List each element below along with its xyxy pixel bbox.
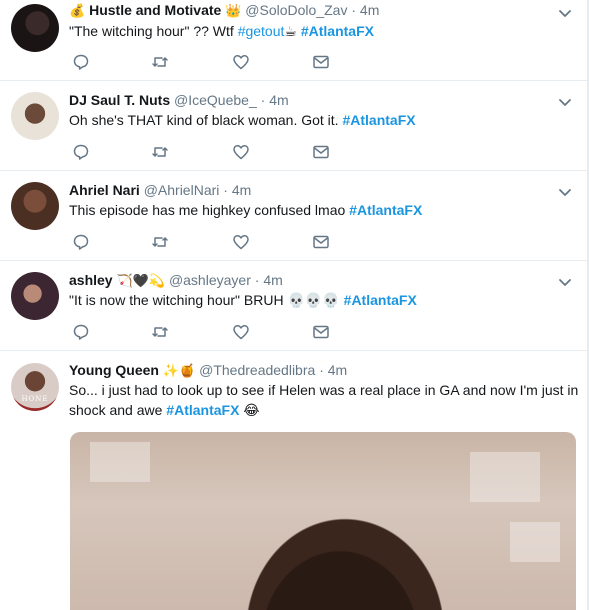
hashtag-link[interactable]: #AtlantaFX xyxy=(342,112,415,128)
user-handle[interactable]: @AhrielNari xyxy=(144,182,220,198)
tweet-text-line-2: shock and awe #AtlantaFX 😂 xyxy=(69,400,260,420)
tweet-header: 💰 Hustle and Motivate 👑 @SoloDolo_Zav · … xyxy=(69,2,379,19)
hashtag-link[interactable]: #AtlantaFX xyxy=(349,202,422,218)
tweet-1[interactable]: 💰 Hustle and Motivate 👑 @SoloDolo_Zav · … xyxy=(0,0,587,81)
text-segment: 😂 xyxy=(239,402,260,418)
reply-icon[interactable] xyxy=(72,143,90,161)
chevron-down-icon[interactable] xyxy=(557,94,573,110)
timestamp[interactable]: 4m xyxy=(269,92,288,108)
tweet-4[interactable]: ashley 🏹🖤💫 @ashleyayer · 4m "It is now t… xyxy=(0,261,587,351)
reply-icon[interactable] xyxy=(72,323,90,341)
avatar-text: HONE xyxy=(21,395,49,403)
hashtag-link[interactable]: #AtlantaFX xyxy=(344,292,417,308)
background-tile xyxy=(470,452,540,502)
tweet-actions xyxy=(72,233,332,251)
timestamp[interactable]: 4m xyxy=(232,182,251,198)
tweet-header: DJ Saul T. Nuts @IceQuebe_ · 4m xyxy=(69,92,289,108)
text-segment: "The witching hour" ?? Wtf xyxy=(69,23,238,39)
display-name[interactable]: DJ Saul T. Nuts xyxy=(69,92,170,108)
separator-dot: · xyxy=(260,92,266,108)
envelope-icon[interactable] xyxy=(312,233,330,251)
tweet-actions xyxy=(72,143,332,161)
separator-dot: · xyxy=(351,2,357,18)
display-name[interactable]: Ahriel Nari xyxy=(69,182,140,198)
tweet-text-line-1: So... i just had to look up to see if He… xyxy=(69,380,578,400)
name-suffix-emoji: 👑 xyxy=(225,3,242,18)
tweet-header: ashley 🏹🖤💫 @ashleyayer · 4m xyxy=(69,272,283,289)
hashtag-link[interactable]: #AtlantaFX xyxy=(301,23,374,39)
background-tile xyxy=(510,522,560,562)
retweet-icon[interactable] xyxy=(151,143,169,161)
tweet-text: Oh she's THAT kind of black woman. Got i… xyxy=(69,110,416,130)
retweet-icon[interactable] xyxy=(151,53,169,71)
display-name[interactable]: ashley xyxy=(69,272,113,288)
timestamp[interactable]: 4m xyxy=(360,2,379,18)
envelope-icon[interactable] xyxy=(312,323,330,341)
chevron-down-icon[interactable] xyxy=(557,5,573,21)
retweet-icon[interactable] xyxy=(151,233,169,251)
name-suffix-emoji: 🏹🖤💫 xyxy=(116,273,166,288)
tweet-3[interactable]: Ahriel Nari @AhrielNari · 4m This episod… xyxy=(0,171,587,261)
separator-dot: · xyxy=(319,362,324,378)
display-name[interactable]: Hustle and Motivate xyxy=(89,2,221,18)
name-suffix-emoji: ✨🍯 xyxy=(162,363,196,378)
user-handle[interactable]: @Thedreadedlibra xyxy=(199,362,315,378)
tweet-text: This episode has me highkey confused lma… xyxy=(69,200,422,220)
tweet-text: "The witching hour" ?? Wtf #getout☕ #Atl… xyxy=(69,21,374,41)
reply-icon[interactable] xyxy=(72,53,90,71)
tweet-text: "It is now the witching hour" BRUH 💀💀💀 #… xyxy=(69,290,417,310)
reply-icon[interactable] xyxy=(72,233,90,251)
text-segment: Oh she's THAT kind of black woman. Got i… xyxy=(69,112,343,128)
retweet-icon[interactable] xyxy=(151,323,169,341)
text-segment: So... i just had to look up to see if He… xyxy=(69,382,579,398)
avatar[interactable] xyxy=(11,4,59,52)
timestamp[interactable]: 4m xyxy=(263,272,282,288)
user-handle[interactable]: @ashleyayer xyxy=(169,272,251,288)
text-segment: shock and awe xyxy=(69,402,167,418)
text-segment: ☕ xyxy=(284,23,301,39)
text-segment: "It is now the witching hour" BRUH 💀💀💀 xyxy=(69,292,344,308)
hashtag-link[interactable]: #AtlantaFX xyxy=(166,402,239,418)
hashtag-link[interactable]: #getout xyxy=(238,23,285,39)
name-prefix-emoji: 💰 xyxy=(69,3,86,18)
background-tile xyxy=(90,442,150,482)
tweet-header: Ahriel Nari @AhrielNari · 4m xyxy=(69,182,251,198)
envelope-icon[interactable] xyxy=(312,53,330,71)
envelope-icon[interactable] xyxy=(312,143,330,161)
tweet-actions xyxy=(72,53,332,71)
avatar[interactable] xyxy=(11,272,59,320)
chevron-down-icon[interactable] xyxy=(557,184,573,200)
heart-icon[interactable] xyxy=(232,323,250,341)
separator-dot: · xyxy=(254,272,260,288)
text-segment: This episode has me highkey confused lma… xyxy=(69,202,350,218)
user-handle[interactable]: @SoloDolo_Zav xyxy=(245,2,347,18)
heart-icon[interactable] xyxy=(232,53,250,71)
avatar[interactable] xyxy=(11,92,59,140)
timestamp[interactable]: 4m xyxy=(328,362,347,378)
tweet-header: Young Queen ✨🍯 @Thedreadedlibra · 4m xyxy=(69,362,347,379)
heart-icon[interactable] xyxy=(232,143,250,161)
tweet-media-image[interactable] xyxy=(70,432,576,610)
separator-dot: · xyxy=(223,182,228,198)
display-name[interactable]: Young Queen xyxy=(69,362,159,378)
avatar[interactable] xyxy=(11,182,59,230)
heart-icon[interactable] xyxy=(232,233,250,251)
user-handle[interactable]: @IceQuebe_ xyxy=(174,92,257,108)
tweet-actions xyxy=(72,323,332,341)
tweet-2[interactable]: DJ Saul T. Nuts @IceQuebe_ · 4m Oh she's… xyxy=(0,81,587,171)
avatar[interactable]: HONE xyxy=(11,363,59,411)
chevron-down-icon[interactable] xyxy=(557,274,573,290)
